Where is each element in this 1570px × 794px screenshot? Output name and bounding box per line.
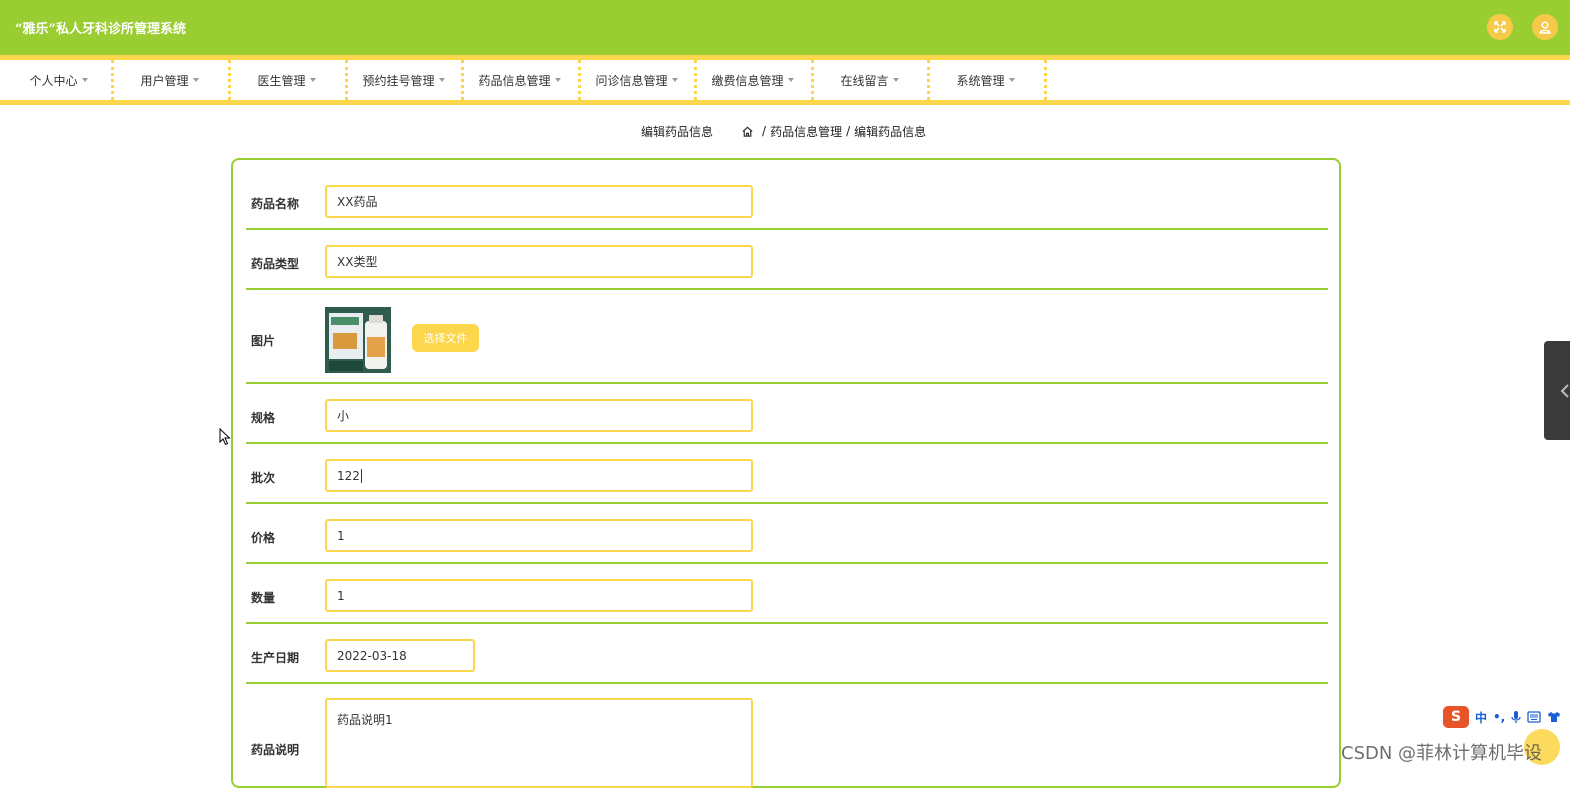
caret-down-icon xyxy=(787,78,794,82)
nav-item-label: 个人中心 xyxy=(29,73,78,88)
breadcrumb-separator: / xyxy=(846,124,851,138)
input-value: XX类型 xyxy=(337,255,378,269)
fullscreen-icon[interactable] xyxy=(1487,14,1513,40)
nav-item-label: 系统管理 xyxy=(956,73,1005,88)
text-caret xyxy=(360,468,362,483)
mouse-cursor-icon xyxy=(219,428,231,446)
nav-separator xyxy=(1044,60,1047,100)
nav-item-medicine-management[interactable]: 药品信息管理 xyxy=(461,60,578,100)
nav-item-label: 预约挂号管理 xyxy=(362,73,435,88)
medicine-type-input[interactable]: XX类型 xyxy=(325,245,753,278)
input-value: 2022-03-18 xyxy=(337,648,407,663)
caret-down-icon xyxy=(192,78,199,82)
ime-toolbar: S 中 •, xyxy=(1443,705,1561,729)
choose-file-button[interactable]: 选择文件 xyxy=(412,324,479,352)
form-row-quantity: 数量 1 xyxy=(246,564,1328,624)
form-row-price: 价格 1 xyxy=(246,504,1328,564)
field-label: 药品类型 xyxy=(251,257,300,271)
field-label: 数量 xyxy=(251,591,276,605)
form-row-name: 药品名称 XX药品 xyxy=(246,170,1328,230)
caret-down-icon xyxy=(438,78,445,82)
breadcrumb-item-edit-medicine: 编辑药品信息 xyxy=(854,124,927,139)
field-label: 药品名称 xyxy=(251,197,300,211)
ime-punctuation-toggle[interactable]: •, xyxy=(1493,710,1505,724)
nav-item-label: 在线留言 xyxy=(840,73,889,88)
form-row-description: 药品说明 药品说明1 xyxy=(246,684,1328,794)
nav-item-label: 问诊信息管理 xyxy=(595,73,668,88)
home-icon[interactable] xyxy=(741,125,754,138)
side-panel-toggle[interactable] xyxy=(1544,341,1570,440)
form-row-type: 药品类型 XX类型 xyxy=(246,230,1328,290)
breadcrumb: 编辑药品信息 / 药品信息管理 / 编辑药品信息 xyxy=(641,122,926,140)
breadcrumb-separator: / xyxy=(762,124,767,138)
input-value: 122 xyxy=(337,468,360,483)
form-row-production-date: 生产日期 2022-03-18 xyxy=(246,624,1328,684)
price-input[interactable]: 1 xyxy=(325,519,753,552)
breadcrumb-item-medicine-management[interactable]: 药品信息管理 xyxy=(770,123,842,140)
sogou-logo-icon[interactable]: S xyxy=(1443,706,1469,728)
quantity-input[interactable]: 1 xyxy=(325,579,753,612)
form-row-spec: 规格 小 xyxy=(246,384,1328,444)
spec-input[interactable]: 小 xyxy=(325,399,753,432)
nav-item-label: 用户管理 xyxy=(140,73,189,88)
top-header: “雅乐”私人牙科诊所管理系统 xyxy=(0,0,1570,55)
caret-down-icon xyxy=(81,78,88,82)
input-value: 小 xyxy=(337,409,350,423)
caret-down-icon xyxy=(671,78,678,82)
production-date-input[interactable]: 2022-03-18 xyxy=(325,639,475,672)
microphone-icon[interactable] xyxy=(1511,710,1521,724)
main-nav: 个人中心 用户管理 医生管理 预约挂号管理 药品信息管理 问诊信息管理 缴费信息… xyxy=(0,60,1570,100)
watermark: CSDN @菲林计算机毕设 xyxy=(1341,743,1543,764)
skin-shirt-icon[interactable] xyxy=(1547,711,1561,723)
field-label: 药品说明 xyxy=(251,743,300,757)
nav-item-personal-center[interactable]: 个人中心 xyxy=(0,60,117,100)
input-value: 1 xyxy=(337,588,345,603)
medicine-image xyxy=(325,307,391,373)
nav-item-appointment-management[interactable]: 预约挂号管理 xyxy=(345,60,462,100)
page-title: 编辑药品信息 xyxy=(641,124,714,139)
caret-down-icon xyxy=(1008,78,1015,82)
ime-mode-toggle[interactable]: 中 xyxy=(1475,709,1487,726)
app-title: “雅乐”私人牙科诊所管理系统 xyxy=(15,22,186,37)
form-row-batch: 批次 122 xyxy=(246,444,1328,504)
caret-down-icon xyxy=(309,78,316,82)
input-value: 药品说明1 xyxy=(337,713,393,727)
nav-item-label: 医生管理 xyxy=(257,73,306,88)
user-icon[interactable] xyxy=(1532,14,1558,40)
nav-item-label: 缴费信息管理 xyxy=(711,73,784,88)
field-label: 批次 xyxy=(251,471,276,485)
chevron-left-icon xyxy=(1560,384,1569,398)
nav-item-label: 药品信息管理 xyxy=(478,73,551,88)
medicine-name-input[interactable]: XX药品 xyxy=(325,185,753,218)
nav-divider xyxy=(0,100,1570,105)
field-label: 图片 xyxy=(251,334,276,348)
nav-item-online-message[interactable]: 在线留言 xyxy=(811,60,928,100)
form-row-image: 图片 选择文件 xyxy=(246,290,1328,384)
field-label: 生产日期 xyxy=(251,651,300,665)
input-value: XX药品 xyxy=(337,195,378,209)
caret-down-icon xyxy=(554,78,561,82)
keyboard-icon[interactable] xyxy=(1527,711,1541,723)
nav-item-doctor-management[interactable]: 医生管理 xyxy=(228,60,345,100)
batch-input[interactable]: 122 xyxy=(325,459,753,492)
medicine-edit-form: 药品名称 XX药品 药品类型 XX类型 图片 选择文件 规格 小 批次 122 xyxy=(231,158,1341,788)
field-label: 规格 xyxy=(251,411,276,425)
nav-item-user-management[interactable]: 用户管理 xyxy=(111,60,228,100)
nav-item-payment-management[interactable]: 缴费信息管理 xyxy=(694,60,811,100)
field-label: 价格 xyxy=(251,531,276,545)
caret-down-icon xyxy=(892,78,899,82)
input-value: 1 xyxy=(337,528,345,543)
nav-item-system-management[interactable]: 系统管理 xyxy=(927,60,1044,100)
description-textarea[interactable]: 药品说明1 xyxy=(325,698,753,788)
nav-item-consultation-management[interactable]: 问诊信息管理 xyxy=(578,60,695,100)
